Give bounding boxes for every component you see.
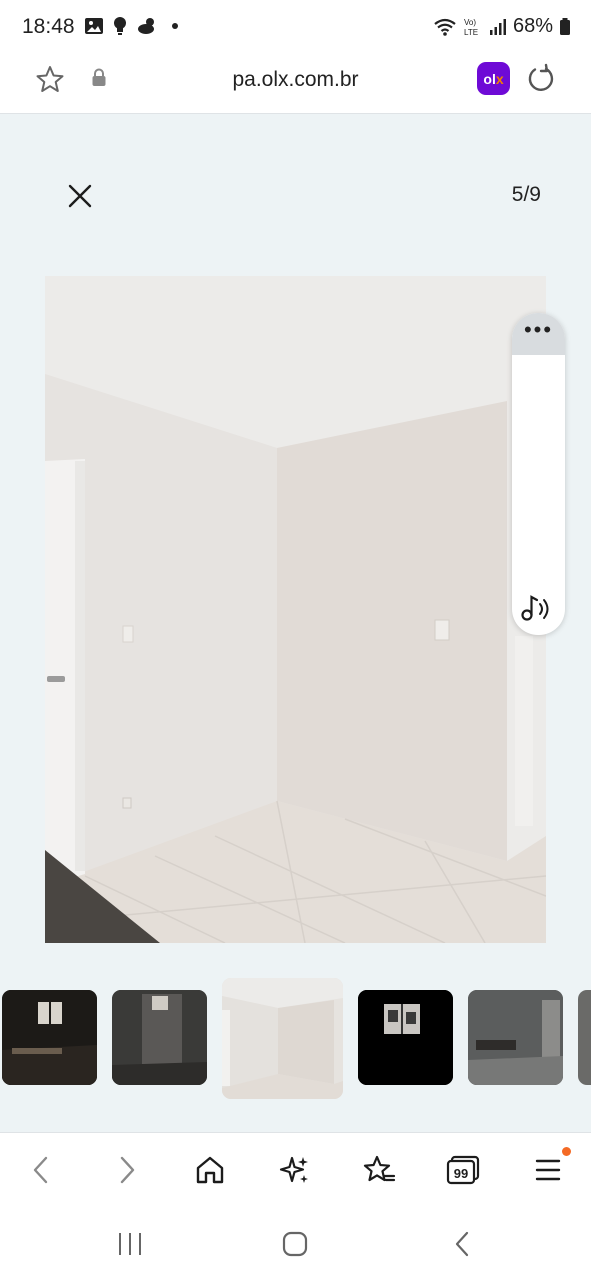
home-button[interactable] xyxy=(193,1153,227,1187)
menu-button[interactable] xyxy=(531,1153,565,1187)
thumbnail[interactable] xyxy=(358,990,453,1085)
status-bar: 18:48 Vo) LTE 68% xyxy=(0,0,591,56)
close-icon[interactable] xyxy=(64,180,96,212)
reload-icon[interactable] xyxy=(526,63,556,95)
bookmarks-button[interactable] xyxy=(362,1153,396,1187)
system-back-icon xyxy=(455,1231,469,1257)
system-home-button[interactable] xyxy=(275,1228,315,1260)
bottom-nav: 99 xyxy=(0,1132,591,1208)
olx-app-badge[interactable]: olx xyxy=(477,62,510,95)
thumbnail[interactable] xyxy=(112,990,207,1085)
more-dots-icon: ••• xyxy=(523,317,554,342)
bulb-icon xyxy=(114,17,126,35)
home-circle-icon xyxy=(282,1231,308,1257)
photo-counter: 5/9 xyxy=(511,183,541,206)
main-photo[interactable] xyxy=(45,276,546,943)
tabs-count: 99 xyxy=(454,1166,468,1181)
dot-icon xyxy=(172,23,178,29)
thumbnail[interactable] xyxy=(2,990,97,1085)
forward-icon xyxy=(120,1156,135,1184)
assistant-button[interactable] xyxy=(278,1153,312,1187)
tabs-button[interactable]: 99 xyxy=(446,1153,480,1187)
volte-icon: Vo)LTE xyxy=(464,18,478,37)
thumbnail[interactable] xyxy=(468,990,563,1085)
side-panel-handle[interactable]: ••• xyxy=(512,313,565,355)
status-right-icons: Vo) LTE 68% xyxy=(433,15,571,38)
bookmark-star-icon xyxy=(363,1155,396,1182)
tabs-icon: 99 xyxy=(446,1155,480,1185)
back-button[interactable] xyxy=(24,1153,58,1187)
thumbnail-strip xyxy=(0,976,591,1100)
status-time: 18:48 xyxy=(22,15,75,38)
status-left-icons xyxy=(84,16,178,36)
thumbnail[interactable] xyxy=(578,990,591,1085)
wifi-icon xyxy=(434,18,456,36)
system-back-button[interactable] xyxy=(442,1228,482,1260)
battery-icon xyxy=(560,17,570,35)
signal-icon xyxy=(489,18,506,35)
battery-percent: 68% xyxy=(512,15,553,37)
gallery-icon xyxy=(85,18,103,34)
side-panel[interactable]: ••• xyxy=(512,313,565,635)
weather-icon xyxy=(138,18,154,34)
system-nav xyxy=(0,1208,591,1280)
home-icon xyxy=(196,1156,224,1184)
recents-button[interactable] xyxy=(110,1228,150,1260)
thumbnail-selected[interactable] xyxy=(222,978,343,1099)
svg-text:Vo): Vo) xyxy=(464,18,476,27)
room-photo-illustration xyxy=(45,276,546,943)
address-bar: pa.olx.com.br olx xyxy=(0,56,591,114)
back-icon xyxy=(33,1156,48,1184)
forward-button[interactable] xyxy=(110,1153,144,1187)
sparkle-icon xyxy=(279,1156,308,1183)
menu-icon xyxy=(535,1159,561,1181)
menu-notification-dot xyxy=(562,1147,571,1156)
recents-icon xyxy=(119,1233,141,1255)
svg-text:LTE: LTE xyxy=(464,28,478,37)
audio-wave-icon[interactable] xyxy=(519,591,557,625)
